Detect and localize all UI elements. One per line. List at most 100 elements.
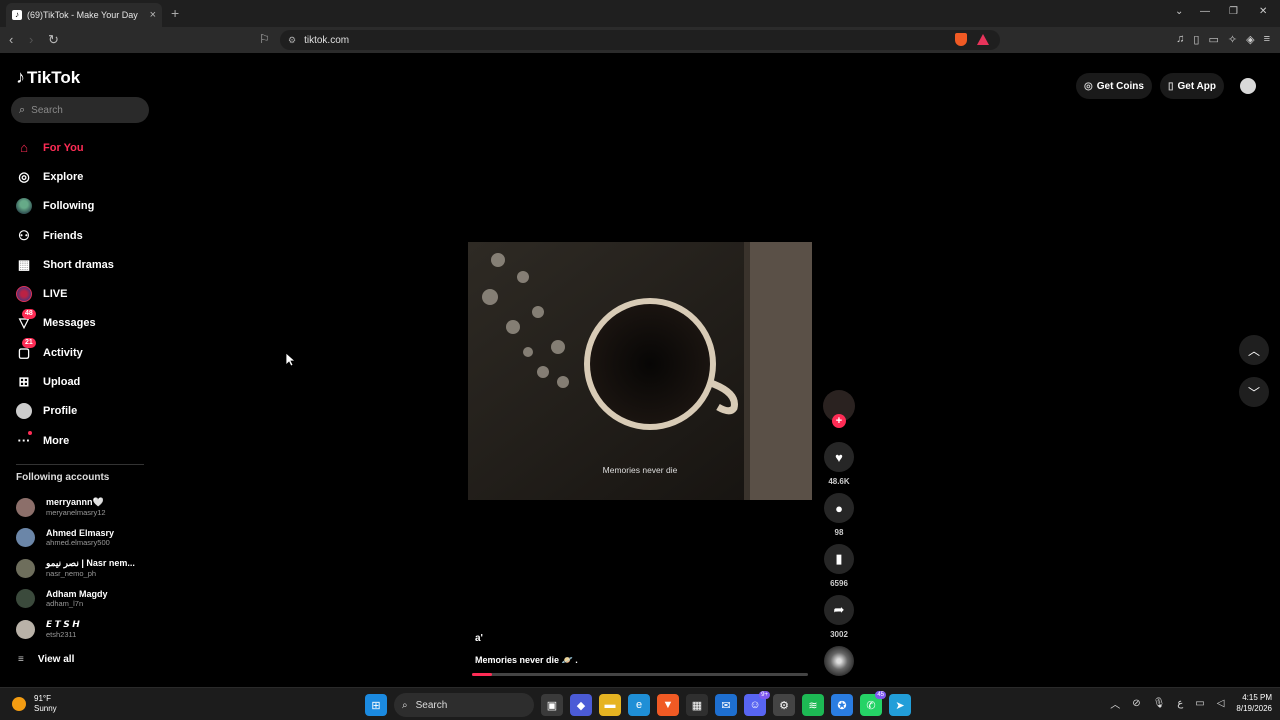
sidebar-item-messages[interactable]: ▽ 48 Messages [0, 308, 160, 338]
telegram-icon[interactable]: ➤ [889, 694, 911, 716]
following-account-item[interactable]: merryannn🤍 meryanelmasry12 [16, 492, 135, 523]
clock[interactable]: 4:15 PM 8/19/2026 [1236, 692, 1272, 714]
brave-rewards-icon[interactable] [977, 34, 989, 45]
taskbar-search[interactable]: ⌕ Search [394, 693, 534, 717]
avatar [16, 619, 35, 639]
following-account-item[interactable]: Ahmed Elmasry ahmed.elmasry500 [16, 523, 135, 554]
tab-title: (69)TikTok - Make Your Day [27, 10, 138, 20]
search-placeholder: Search [31, 104, 63, 116]
get-coins-button[interactable]: ◎ Get Coins [1076, 73, 1152, 99]
sidebar-item-following[interactable]: Following [0, 192, 160, 221]
home-icon: ⌂ [20, 140, 28, 156]
brave-icon[interactable]: ▼ [657, 694, 679, 716]
sidebar-item-short-dramas[interactable]: ▦ Short dramas [0, 250, 160, 279]
sidebar-item-explore[interactable]: ◎ Explore [0, 162, 160, 191]
discord-badge: 9+ [759, 691, 770, 699]
windows-start-icon[interactable]: ⊞ [365, 694, 387, 716]
reload-button[interactable]: ↻ [48, 32, 59, 48]
whatsapp-badge: 45 [875, 691, 886, 699]
video-actions: + ♥ 48.6K ● 98 ▮ 6596 ➦ 3002 [822, 390, 856, 676]
sidebar-item-label: Messages [43, 317, 96, 330]
search-icon: ⌕ [402, 699, 408, 711]
comment-button[interactable]: ● [824, 493, 854, 523]
back-button[interactable]: ‹ [9, 32, 13, 47]
follow-plus-icon[interactable]: + [832, 414, 846, 428]
leo-ai-icon[interactable]: ✧ [1228, 33, 1237, 46]
tiktok-note-icon: ♪ [16, 67, 25, 87]
comment-count: 98 [834, 528, 844, 537]
chevron-down-icon: ﹀ [1247, 385, 1260, 400]
menu-icon[interactable]: ≡ [1264, 33, 1270, 46]
browser-tab[interactable]: ♪ (69)TikTok - Make Your Day × [6, 3, 162, 27]
microphone-icon[interactable]: 🎙 [1153, 698, 1166, 709]
sidebar-item-label: Friends [43, 229, 83, 242]
video-player[interactable]: Memories never die [468, 242, 812, 500]
sidebar-item-friends[interactable]: ⚇ Friends [0, 221, 160, 250]
language-icon[interactable]: ع [1177, 698, 1183, 709]
sidebar-divider [16, 464, 144, 465]
url-field[interactable]: ⚙ tiktok.com [280, 30, 1000, 50]
media-icon[interactable]: ♫ [1176, 33, 1184, 46]
volume-icon[interactable]: ◁ [1217, 698, 1225, 709]
share-button[interactable]: ➦ [824, 595, 854, 625]
next-video-button[interactable]: ﹀ [1239, 377, 1269, 407]
video-author[interactable]: a' [475, 633, 483, 644]
minimize-button[interactable]: — [1200, 6, 1210, 17]
close-window-button[interactable]: ✕ [1259, 6, 1267, 17]
view-all-button[interactable]: ≡ View all [18, 654, 74, 665]
settings-icon[interactable]: ⚙ [773, 694, 795, 716]
new-tab-button[interactable]: + [171, 5, 179, 21]
weather-widget[interactable]: 91°F Sunny [12, 694, 57, 714]
get-app-button[interactable]: ▯ Get App [1159, 73, 1224, 99]
music-disc-icon[interactable] [824, 646, 854, 676]
search-input[interactable]: ⌕ Search [11, 97, 149, 123]
sidebar-item-more[interactable]: ··· More [0, 426, 160, 455]
avatar [16, 558, 35, 578]
brave-shields-icon[interactable] [955, 33, 967, 46]
following-account-item[interactable]: Adham Magdy adham_l7n [16, 584, 135, 615]
sidebar-item-upload[interactable]: ⊞ Upload [0, 367, 160, 396]
sidebar-item-live[interactable]: LIVE [0, 279, 160, 308]
save-button[interactable]: ▮ [824, 544, 854, 574]
video-progress-bar[interactable] [472, 673, 808, 676]
sidebar-icon[interactable]: ▯ [1193, 33, 1199, 46]
site-info-icon[interactable]: ⚙ [288, 35, 296, 46]
task-view-icon[interactable]: ▣ [541, 694, 563, 716]
network-off-icon[interactable]: ⊘ [1132, 698, 1140, 709]
sidebar-item-profile[interactable]: Profile [0, 397, 160, 426]
tray-chevron-icon[interactable]: ︿ [1110, 696, 1120, 711]
previous-video-button[interactable]: ︿ [1239, 335, 1269, 365]
sidebar-item-label: Explore [43, 170, 84, 183]
video-frame [468, 242, 812, 500]
url-text: tiktok.com [304, 34, 350, 46]
following-account-item[interactable]: 𝙀 𝙏 𝙎 𝙃etsh2311 [16, 614, 135, 645]
bookmark-icon: ▮ [835, 551, 843, 566]
whatsapp-icon[interactable]: ✆ 45 [860, 691, 886, 716]
mail-icon[interactable]: ✉ [715, 694, 737, 716]
forward-button[interactable]: › [29, 32, 33, 47]
copilot-icon[interactable]: ◆ [570, 694, 592, 716]
file-explorer-icon[interactable]: ▬ [599, 694, 621, 716]
comment-icon: ● [835, 500, 843, 516]
user-avatar[interactable] [1240, 78, 1256, 94]
sidebar-item-activity[interactable]: ▢ 21 Activity [0, 338, 160, 367]
wallet-icon[interactable]: ▭ [1208, 33, 1218, 46]
maximize-button[interactable]: ❐ [1229, 6, 1238, 17]
spotify-icon[interactable]: ≋ [802, 694, 824, 716]
tiktok-favicon-icon: ♪ [12, 10, 22, 20]
edge-icon[interactable]: e [628, 694, 650, 716]
vpn-icon[interactable]: ◈ [1246, 33, 1254, 46]
monitor-icon[interactable]: ▭ [1195, 698, 1204, 709]
creator-avatar[interactable]: + [823, 390, 855, 428]
discord-icon[interactable]: ☺ 9+ [744, 691, 770, 716]
close-tab-icon[interactable]: × [150, 9, 156, 21]
tab-list-chevron-icon[interactable]: ⌄ [1175, 6, 1183, 17]
like-button[interactable]: ♥ [824, 442, 854, 472]
store-icon[interactable]: ▦ [686, 694, 708, 716]
tiktok-logo[interactable]: ♪ TikTok [16, 67, 80, 88]
sidebar-item-for-you[interactable]: ⌂ For You [0, 133, 160, 162]
following-account-item[interactable]: نصر نيمو | Nasr nem... nasr_nemo_ph [16, 553, 135, 584]
messenger-icon[interactable]: ✪ [831, 694, 853, 716]
account-username: nasr_nemo_ph [46, 569, 97, 579]
bookmark-icon[interactable]: ⚐ [259, 32, 270, 46]
